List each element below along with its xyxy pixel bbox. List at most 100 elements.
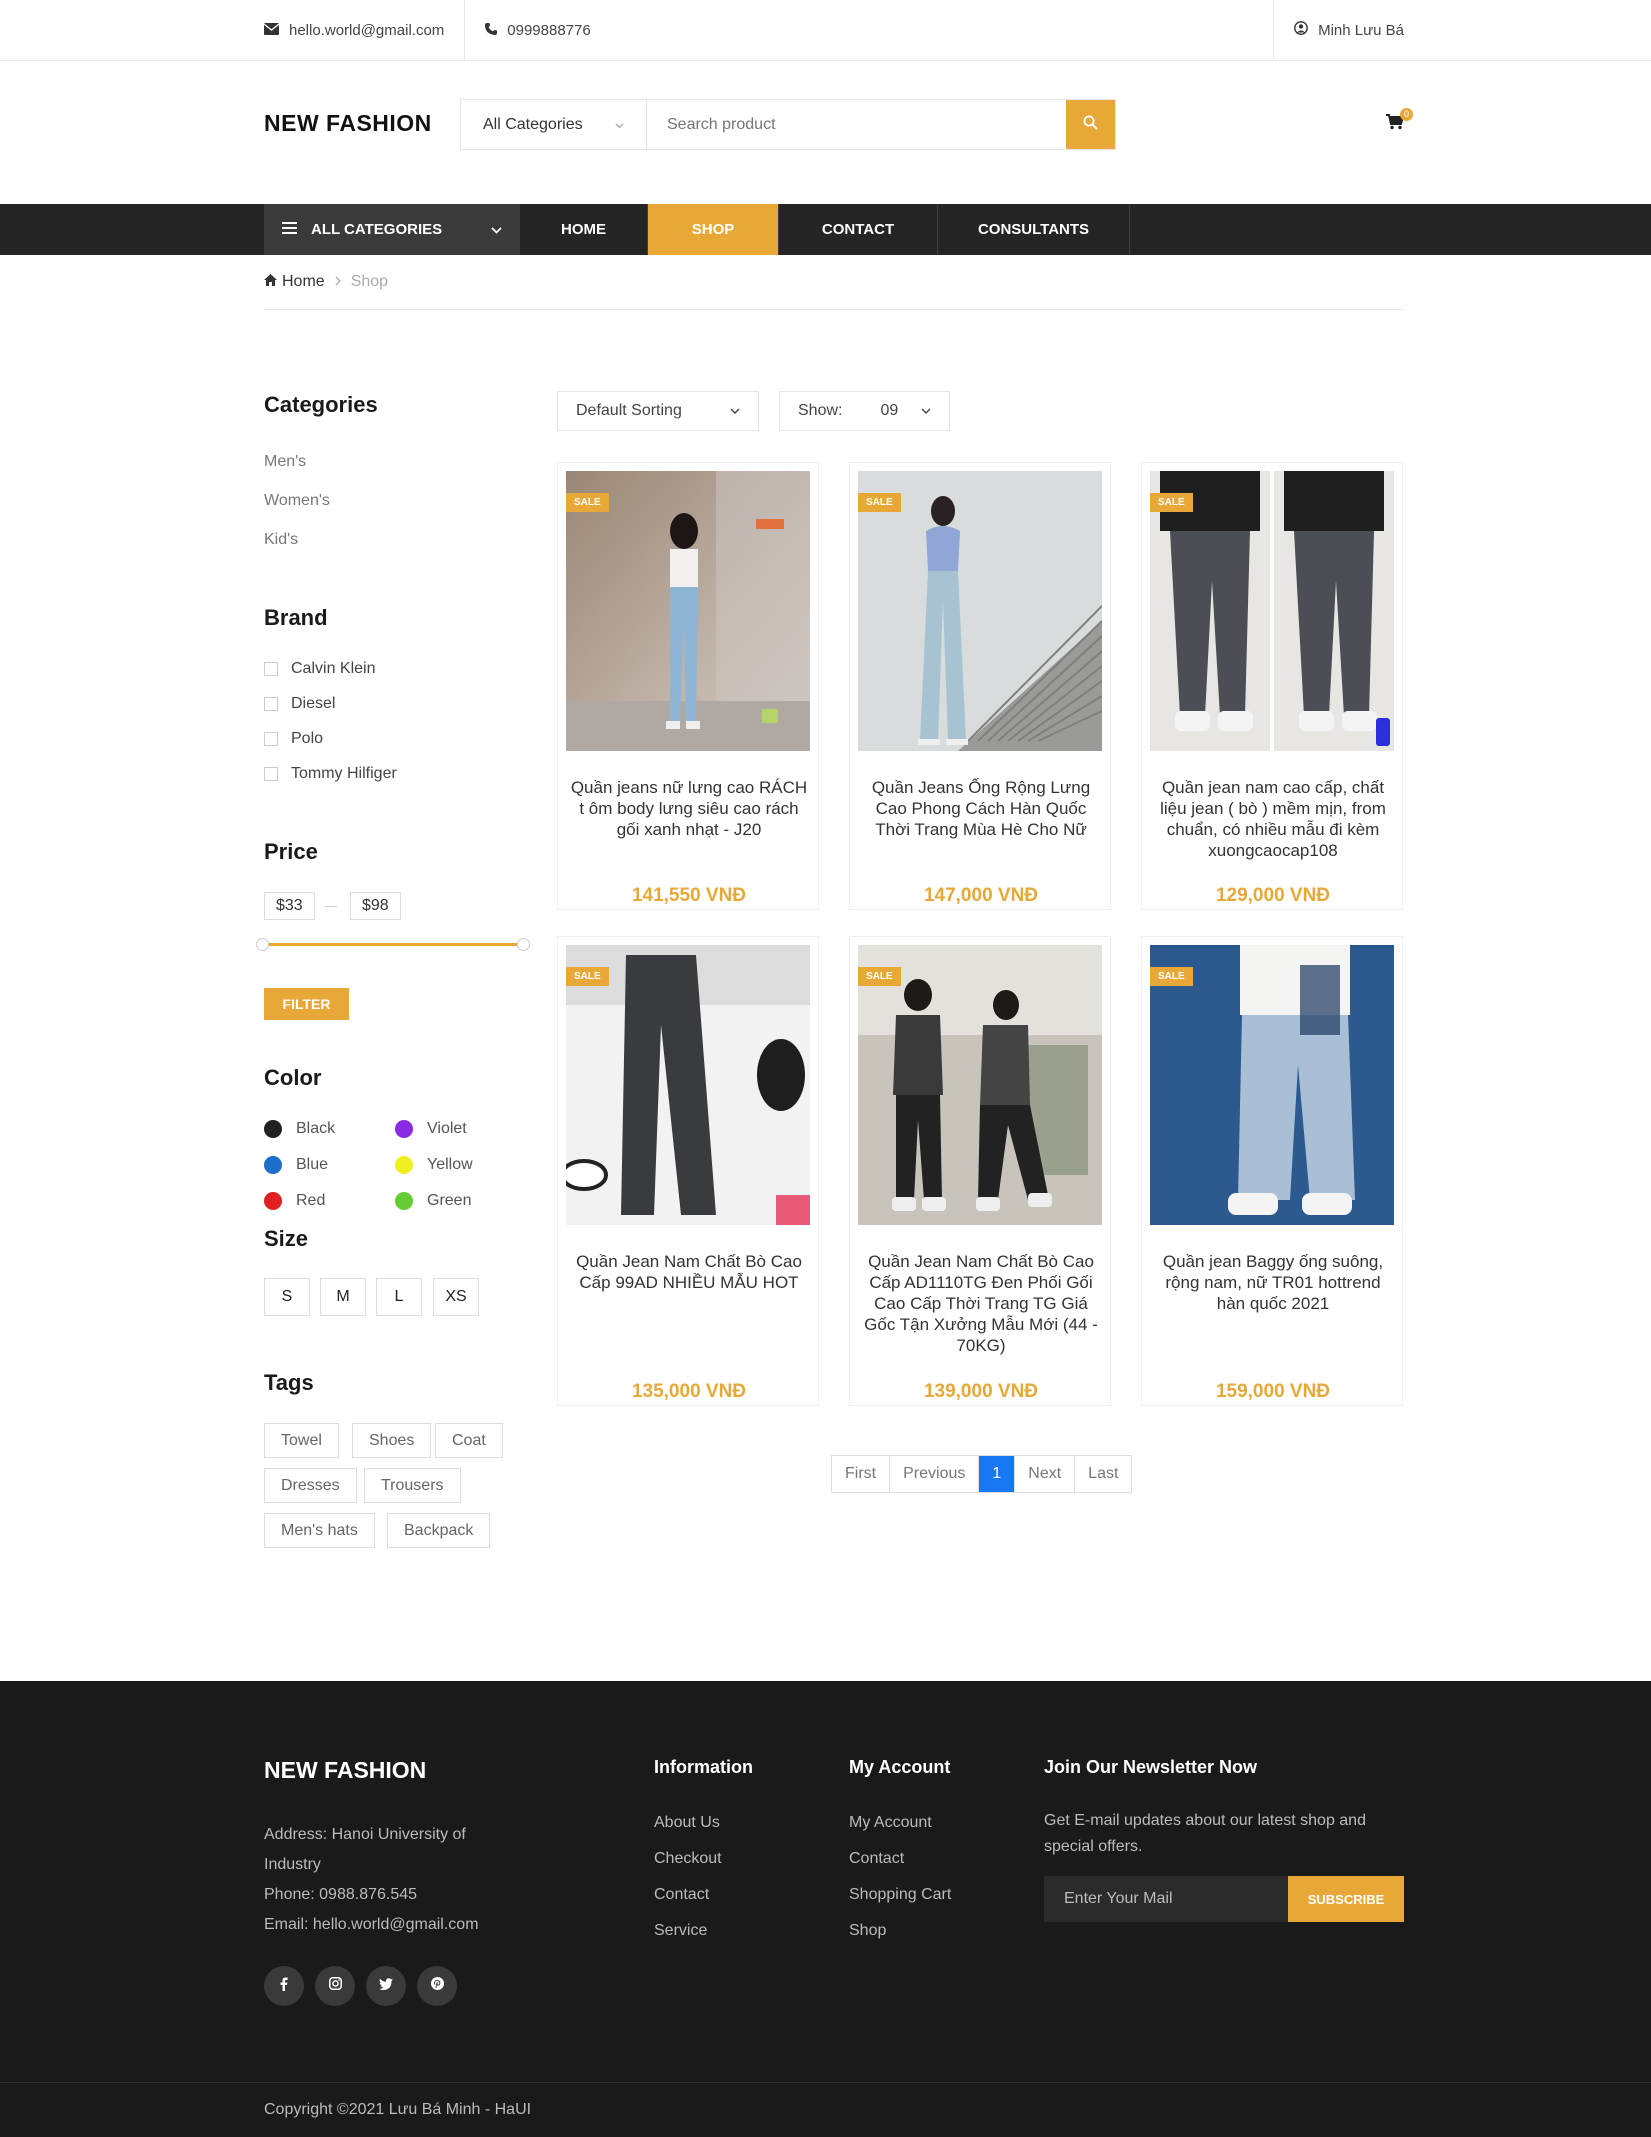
brand-filter-item[interactable]: Tommy Hilfiger: [264, 765, 397, 783]
instagram-button[interactable]: [315, 1966, 355, 2006]
color-swatch: [395, 1156, 413, 1174]
color-filter-black[interactable]: Black: [264, 1120, 335, 1138]
twitter-button[interactable]: [366, 1966, 406, 2006]
product-image[interactable]: SALE: [858, 945, 1102, 1225]
footer-link[interactable]: Shop: [849, 1922, 886, 1940]
sale-badge: SALE: [1150, 967, 1193, 986]
footer-link[interactable]: Contact: [654, 1886, 709, 1904]
footer-link[interactable]: Shopping Cart: [849, 1886, 951, 1904]
nav-shop[interactable]: SHOP: [648, 204, 779, 255]
nav-home[interactable]: HOME: [520, 204, 648, 255]
price-slider-min-handle[interactable]: [256, 938, 269, 951]
category-link[interactable]: Women's: [264, 492, 330, 510]
page-previous[interactable]: Previous: [890, 1456, 980, 1492]
product-title[interactable]: Quần Jeans Ống Rộng Lưng Cao Phong Cách …: [860, 777, 1102, 840]
product-card[interactable]: SALE Quần jean nam cao cấp, chất liệu je…: [1141, 462, 1403, 910]
category-link[interactable]: Men's: [264, 453, 306, 471]
product-price: 159,000 VNĐ: [1215, 1381, 1331, 1402]
cart-button[interactable]: 0: [1386, 108, 1413, 135]
brand-filter-item[interactable]: Polo: [264, 730, 323, 748]
page-number[interactable]: 1: [979, 1456, 1016, 1492]
search-input[interactable]: [647, 100, 1066, 149]
product-card[interactable]: SALE Quần jeans nữ lưng cao RÁCH t ôm bo…: [557, 462, 819, 910]
size-option[interactable]: L: [376, 1278, 422, 1316]
newsletter-description: Get E-mail updates about our latest shop…: [1044, 1812, 1366, 1829]
product-title[interactable]: Quần Jean Nam Chất Bò Cao Cấp 99AD NHIỀU…: [568, 1251, 810, 1293]
show-count-select[interactable]: Show: 09: [779, 391, 950, 431]
sale-badge: SALE: [566, 493, 609, 512]
filter-button[interactable]: FILTER: [264, 988, 349, 1020]
price-max-field[interactable]: $98: [350, 892, 401, 920]
tag-item[interactable]: Trousers: [364, 1468, 461, 1503]
nav-consultants[interactable]: CONSULTANTS: [938, 204, 1130, 255]
subscribe-button[interactable]: SUBSCRIBE: [1288, 1876, 1404, 1922]
product-image[interactable]: SALE: [1150, 945, 1394, 1225]
category-select[interactable]: All Categories: [461, 100, 647, 149]
price-slider-track[interactable]: [268, 943, 524, 946]
tag-item[interactable]: Backpack: [387, 1513, 491, 1548]
information-title: Information: [654, 1757, 753, 1777]
color-filter-green[interactable]: Green: [395, 1192, 471, 1210]
user-account-link[interactable]: Minh Lưu Bá: [1294, 0, 1404, 60]
chevron-down-icon: [730, 402, 740, 420]
nav-contact[interactable]: CONTACT: [779, 204, 938, 255]
main-nav: ALL CATEGORIES HOME SHOP CONTACT CONSULT…: [0, 204, 1651, 255]
size-option[interactable]: M: [320, 1278, 366, 1316]
checkbox[interactable]: [264, 732, 278, 746]
chevron-right-icon: [335, 273, 341, 291]
product-title[interactable]: Quần jean nam cao cấp, chất liệu jean ( …: [1152, 777, 1394, 861]
checkbox[interactable]: [264, 662, 278, 676]
tag-item[interactable]: Men's hats: [264, 1513, 375, 1548]
price-min-field[interactable]: $33: [264, 892, 315, 920]
footer-link[interactable]: About Us: [654, 1814, 720, 1832]
brand-filter-item[interactable]: Diesel: [264, 695, 335, 713]
size-option[interactable]: S: [264, 1278, 310, 1316]
tag-item[interactable]: Towel: [264, 1423, 339, 1458]
search-button[interactable]: [1066, 100, 1115, 149]
breadcrumb-home[interactable]: Home: [264, 273, 325, 291]
color-filter-yellow[interactable]: Yellow: [395, 1156, 473, 1174]
product-card[interactable]: SALE Quần Jean Nam Chất Bò Cao Cấp 99AD …: [557, 936, 819, 1406]
brand-filter-item[interactable]: Calvin Klein: [264, 660, 375, 678]
sale-badge: SALE: [1150, 493, 1193, 512]
facebook-button[interactable]: [264, 1966, 304, 2006]
footer-address-line2: Industry: [264, 1856, 321, 1873]
divider: [1273, 0, 1275, 60]
color-filter-red[interactable]: Red: [264, 1192, 325, 1210]
all-categories-dropdown[interactable]: ALL CATEGORIES: [264, 204, 520, 255]
page-last[interactable]: Last: [1075, 1456, 1131, 1492]
tag-item[interactable]: Coat: [435, 1423, 503, 1458]
color-filter-blue[interactable]: Blue: [264, 1156, 328, 1174]
footer-link[interactable]: Checkout: [654, 1850, 722, 1868]
footer-link[interactable]: Contact: [849, 1850, 904, 1868]
topbar-email[interactable]: hello.world@gmail.com: [263, 0, 464, 60]
footer-link[interactable]: Service: [654, 1922, 707, 1940]
footer-link[interactable]: My Account: [849, 1814, 932, 1832]
color-filter-violet[interactable]: Violet: [395, 1120, 467, 1138]
product-image[interactable]: SALE: [1150, 471, 1394, 751]
footer-divider: [0, 2082, 1651, 2083]
product-card[interactable]: SALE Quần jean Baggy ống suông, rộng nam…: [1141, 936, 1403, 1406]
product-card[interactable]: SALE Quần Jean Nam Chất Bò Cao Cấp AD111…: [849, 936, 1111, 1406]
product-title[interactable]: Quần jean Baggy ống suông, rộng nam, nữ …: [1152, 1251, 1394, 1314]
tag-item[interactable]: Dresses: [264, 1468, 357, 1503]
product-card[interactable]: SALE Quần Jeans Ống Rộng Lưng Cao Phong …: [849, 462, 1111, 910]
product-title[interactable]: Quần Jean Nam Chất Bò Cao Cấp AD1110TG Đ…: [860, 1251, 1102, 1356]
price-slider-max-handle[interactable]: [517, 938, 530, 951]
footer-logo[interactable]: NEW FASHION: [264, 1757, 426, 1784]
page-first[interactable]: First: [832, 1456, 891, 1492]
topbar-phone[interactable]: 0999888776: [485, 0, 610, 60]
pinterest-button[interactable]: [417, 1966, 457, 2006]
size-option[interactable]: XS: [433, 1278, 479, 1316]
product-image[interactable]: SALE: [858, 471, 1102, 751]
newsletter-email-input[interactable]: Enter Your Mail: [1044, 1876, 1288, 1922]
sorting-select[interactable]: Default Sorting: [557, 391, 759, 431]
product-image[interactable]: SALE: [566, 471, 810, 751]
tag-item[interactable]: Shoes: [352, 1423, 432, 1458]
checkbox[interactable]: [264, 697, 278, 711]
category-link[interactable]: Kid's: [264, 531, 298, 549]
checkbox[interactable]: [264, 767, 278, 781]
product-image[interactable]: SALE: [566, 945, 810, 1225]
product-title[interactable]: Quần jeans nữ lưng cao RÁCH t ôm body lư…: [568, 777, 810, 840]
page-next[interactable]: Next: [1015, 1456, 1076, 1492]
